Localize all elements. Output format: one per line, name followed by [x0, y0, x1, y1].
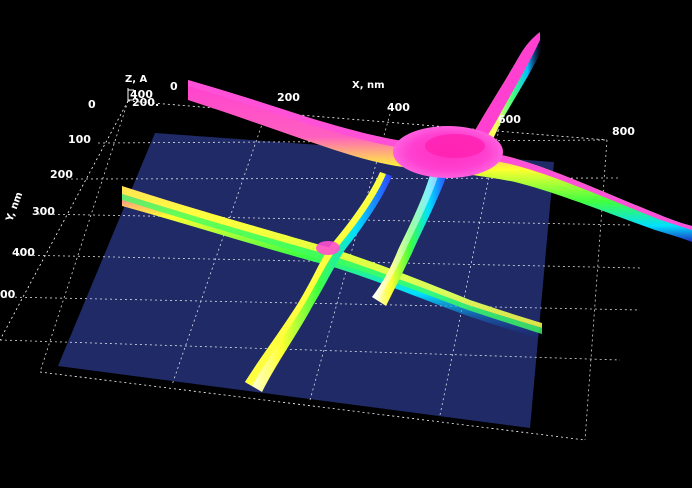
x-axis-title: X, nm: [352, 80, 385, 91]
y-tick-100: 100: [68, 133, 91, 146]
y-tick-300: 300: [32, 205, 55, 218]
y-tick-200: 200: [50, 168, 73, 181]
x-tick-200: 200: [277, 91, 300, 104]
substrate-plane: [58, 133, 554, 428]
x-tick-400: 400: [387, 101, 410, 114]
y-tick-0: 0: [88, 98, 96, 111]
z-axis-title: Z, A: [125, 74, 148, 85]
y-tick-500: 00: [0, 288, 16, 301]
x-tick-800: 800: [612, 125, 635, 138]
x-tick-600: 600: [498, 113, 521, 126]
junction-peak-highlight: [425, 134, 485, 158]
z-tick-200: 200.: [132, 96, 159, 109]
y-axis-title: Y, nm: [4, 191, 25, 224]
surface-plot[interactable]: X, nm Z, A Y, nm 0 200 400 600 800 0 100…: [0, 0, 692, 488]
afm-3d-viewport[interactable]: X, nm Z, A Y, nm 0 200 400 600 800 0 100…: [0, 0, 692, 488]
lower-junction: [316, 241, 340, 255]
x-tick-0: 0: [170, 80, 178, 93]
y-tick-400: 400: [12, 246, 35, 259]
